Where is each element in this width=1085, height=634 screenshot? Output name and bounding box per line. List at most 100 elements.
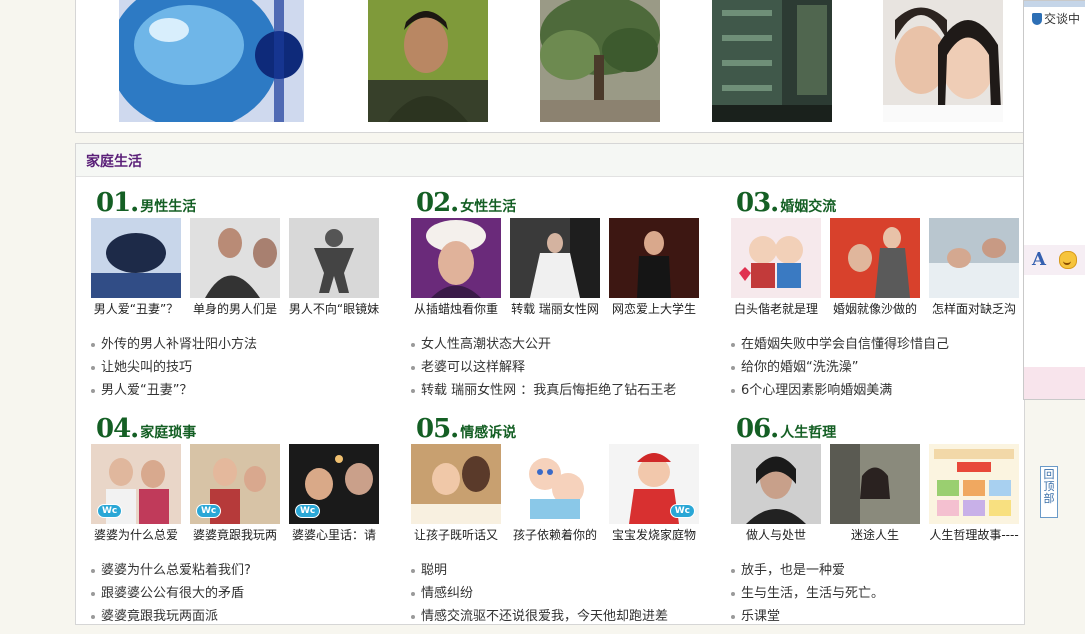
thumb-image[interactable] — [510, 218, 600, 298]
category-header: 01. 男性生活 — [96, 188, 196, 218]
category-number: 04. — [96, 414, 139, 444]
chat-widget: 交谈中 A — [1023, 0, 1085, 400]
thumb-caption[interactable]: 从插蜡烛看你重 — [410, 300, 502, 317]
thumb-image[interactable]: Wc — [609, 444, 699, 524]
chat-toolbar: A — [1024, 245, 1085, 275]
thumb-caption[interactable]: 男人不向“眼镜妹 — [288, 300, 380, 317]
category-male-life: 01. 男性生活 男人爱“丑妻”？ 单身的男人们是 男人不向“眼镜妹 外传的男人补… — [91, 188, 391, 408]
list-item[interactable]: 老婆可以这样解释 — [411, 356, 676, 379]
list-item[interactable]: 跟婆婆公公有很大的矛盾 — [91, 582, 251, 605]
thumb-image[interactable] — [830, 218, 920, 298]
section-title[interactable]: 家庭生活 — [86, 151, 142, 171]
font-icon[interactable]: A — [1032, 249, 1046, 270]
chat-input-area[interactable] — [1024, 367, 1085, 399]
list-item[interactable]: 给你的婚姻“洗洗澡” — [731, 356, 949, 379]
thumb-caption[interactable]: 婚姻就像沙做的 — [829, 300, 921, 317]
thumb-image[interactable] — [91, 218, 181, 298]
thumb-caption[interactable]: 转载 瑞丽女性网 — [509, 300, 601, 317]
thumb-caption[interactable]: 婆婆为什么总爱 — [90, 526, 182, 543]
list-item[interactable]: 婆婆为什么总爱粘着我们? — [91, 559, 251, 582]
photo-building[interactable] — [712, 0, 832, 122]
thumb-caption[interactable]: 做人与处世 — [730, 526, 822, 543]
thumb-caption[interactable]: 男人爱“丑妻”？ — [90, 300, 182, 317]
list-item[interactable]: 外传的男人补肾壮阳小方法 — [91, 333, 257, 356]
thumb-image[interactable] — [731, 444, 821, 524]
list-item[interactable]: 转载 瑞丽女性网 ：我真后悔拒绝了钻石王老 — [411, 379, 676, 402]
emoji-icon[interactable] — [1059, 251, 1077, 269]
thumb-caption[interactable]: 怎样面对缺乏沟 — [928, 300, 1020, 317]
thumb-image[interactable] — [929, 444, 1019, 524]
thumb-caption[interactable]: 单身的男人们是 — [189, 300, 281, 317]
list-item[interactable]: 生与生活，生活与死亡。 — [731, 582, 884, 605]
link-list: 外传的男人补肾壮阳小方法 让她尖叫的技巧 男人爱“丑妻”？ — [91, 333, 257, 402]
list-item[interactable]: 6个心理因素影响婚姻美满 — [731, 379, 949, 402]
list-item[interactable]: 男人爱“丑妻”？ — [91, 379, 257, 402]
thumb-image[interactable]: Wc — [91, 444, 181, 524]
blue-sphere-image — [119, 0, 304, 122]
photo-tree[interactable] — [540, 0, 660, 122]
thumb-caption[interactable]: 迷途人生 — [829, 526, 921, 543]
building-image — [712, 0, 832, 122]
chat-status[interactable]: 交谈中 — [1032, 10, 1080, 27]
thumb-caption[interactable]: 孩子依赖着你的 — [509, 526, 601, 543]
link-list: 婆婆为什么总爱粘着我们? 跟婆婆公公有很大的矛盾 婆婆竟跟我玩两面派 — [91, 559, 251, 628]
chat-status-label: 交谈中 — [1044, 12, 1081, 26]
thumb-image[interactable] — [510, 444, 600, 524]
thumb-caption[interactable]: 宝宝发烧家庭物 — [608, 526, 700, 543]
wc-badge: Wc — [669, 504, 695, 518]
couple-image — [883, 0, 1003, 122]
list-item[interactable]: 让她尖叫的技巧 — [91, 356, 257, 379]
list-item[interactable]: 聪明 — [411, 559, 668, 582]
category-title[interactable]: 情感诉说 — [460, 425, 516, 441]
thumb-caption[interactable]: 人生哲理故事---- — [928, 526, 1020, 543]
thumb-image[interactable] — [929, 218, 1019, 298]
top-photo-panel — [75, 0, 1025, 133]
thumb-caption[interactable]: 白头偕老就是理 — [730, 300, 822, 317]
photo-blue-sphere[interactable] — [119, 0, 304, 122]
category-header: 02. 女性生活 — [416, 188, 516, 218]
thumb-caption[interactable]: 让孩子既听话又 — [410, 526, 502, 543]
thumb-image[interactable] — [830, 444, 920, 524]
thumb-image[interactable] — [411, 218, 501, 298]
thumb-image[interactable] — [289, 218, 379, 298]
back-to-top-label: 回顶部 — [1043, 468, 1055, 505]
link-list: 放手，也是一种爱 生与生活，生活与死亡。 乐课堂 — [731, 559, 884, 628]
category-number: 02. — [416, 188, 459, 218]
young-man-image — [368, 0, 488, 122]
thumb-image[interactable] — [190, 218, 280, 298]
thumb-image[interactable] — [411, 444, 501, 524]
thumb-image[interactable] — [609, 218, 699, 298]
category-number: 06. — [736, 414, 779, 444]
list-item[interactable]: 女人性高潮状态大公开 — [411, 333, 676, 356]
thumb-image[interactable] — [731, 218, 821, 298]
wc-badge: Wc — [196, 504, 222, 518]
category-title[interactable]: 婚姻交流 — [780, 199, 836, 215]
photo-couple[interactable] — [883, 0, 1003, 122]
category-title[interactable]: 家庭琐事 — [140, 425, 196, 441]
thumb-image[interactable]: Wc — [289, 444, 379, 524]
photo-young-man[interactable] — [368, 0, 488, 122]
back-to-top-button[interactable]: 回顶部 — [1040, 466, 1058, 518]
family-life-panel: 家庭生活 01. 男性生活 男人爱“丑妻”？ 单身的男人们是 男人不向“眼镜妹 外… — [75, 143, 1025, 625]
category-title[interactable]: 人生哲理 — [780, 425, 836, 441]
section-header: 家庭生活 — [76, 144, 1024, 177]
category-number: 01. — [96, 188, 139, 218]
list-item[interactable]: 乐课堂 — [731, 605, 884, 628]
list-item[interactable]: 婆婆竟跟我玩两面派 — [91, 605, 251, 628]
wc-badge: Wc — [97, 504, 123, 518]
list-item[interactable]: 情感纠纷 — [411, 582, 668, 605]
category-title[interactable]: 女性生活 — [460, 199, 516, 215]
thumb-image[interactable]: Wc — [190, 444, 280, 524]
category-number: 03. — [736, 188, 779, 218]
category-marriage: 03. 婚姻交流 白头偕老就是理 婚姻就像沙做的 怎样面对缺乏沟 在婚姻失败中学会… — [731, 188, 1031, 408]
category-header: 05. 情感诉说 — [416, 414, 516, 444]
thumb-caption[interactable]: 网恋爱上大学生 — [608, 300, 700, 317]
list-item[interactable]: 在婚姻失败中学会自信懂得珍惜自己 — [731, 333, 949, 356]
thumb-caption[interactable]: 婆婆心里话：请 — [288, 526, 380, 543]
category-number: 05. — [416, 414, 459, 444]
category-title[interactable]: 男性生活 — [140, 199, 196, 215]
thumb-caption[interactable]: 婆婆竟跟我玩两 — [189, 526, 281, 543]
list-item[interactable]: 情感交流驱不还说很爱我，今天他却跑进差 — [411, 605, 668, 628]
category-header: 04. 家庭琐事 — [96, 414, 196, 444]
list-item[interactable]: 放手，也是一种爱 — [731, 559, 884, 582]
